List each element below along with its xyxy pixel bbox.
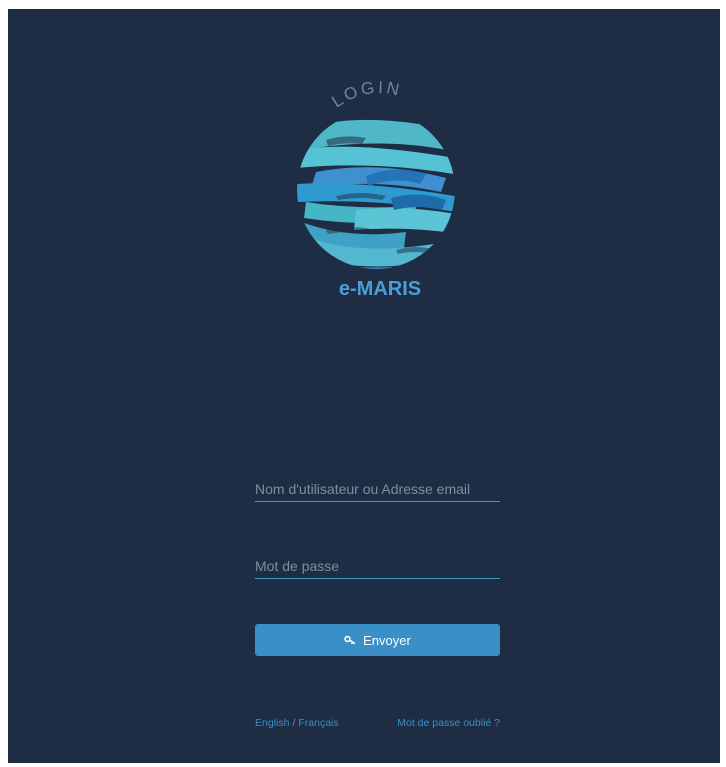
- forgot-password-link[interactable]: Mot de passe oublié ?: [397, 717, 500, 729]
- logo: LOGIN e-MARIS: [296, 80, 466, 305]
- language-switcher: English / Français: [255, 717, 339, 729]
- lang-french-link[interactable]: Français: [298, 717, 338, 729]
- brand-name: e-MARIS: [339, 278, 421, 300]
- submit-button[interactable]: Envoyer: [255, 624, 500, 656]
- key-icon: [344, 635, 356, 645]
- login-arc-text: LOGIN: [328, 80, 404, 111]
- globe-fish: [297, 111, 455, 269]
- password-input[interactable]: [255, 558, 500, 574]
- login-footer: English / Français Mot de passe oublié ?: [255, 717, 500, 729]
- password-field-wrapper: [255, 542, 500, 579]
- submit-label: Envoyer: [363, 632, 411, 648]
- lang-separator: /: [292, 717, 296, 729]
- username-input[interactable]: [255, 481, 500, 497]
- login-form: Envoyer: [255, 465, 500, 656]
- lang-english-link[interactable]: English: [255, 717, 289, 729]
- fish-globe-logo-icon: LOGIN e-MARIS: [297, 80, 455, 300]
- username-field-wrapper: [255, 465, 500, 502]
